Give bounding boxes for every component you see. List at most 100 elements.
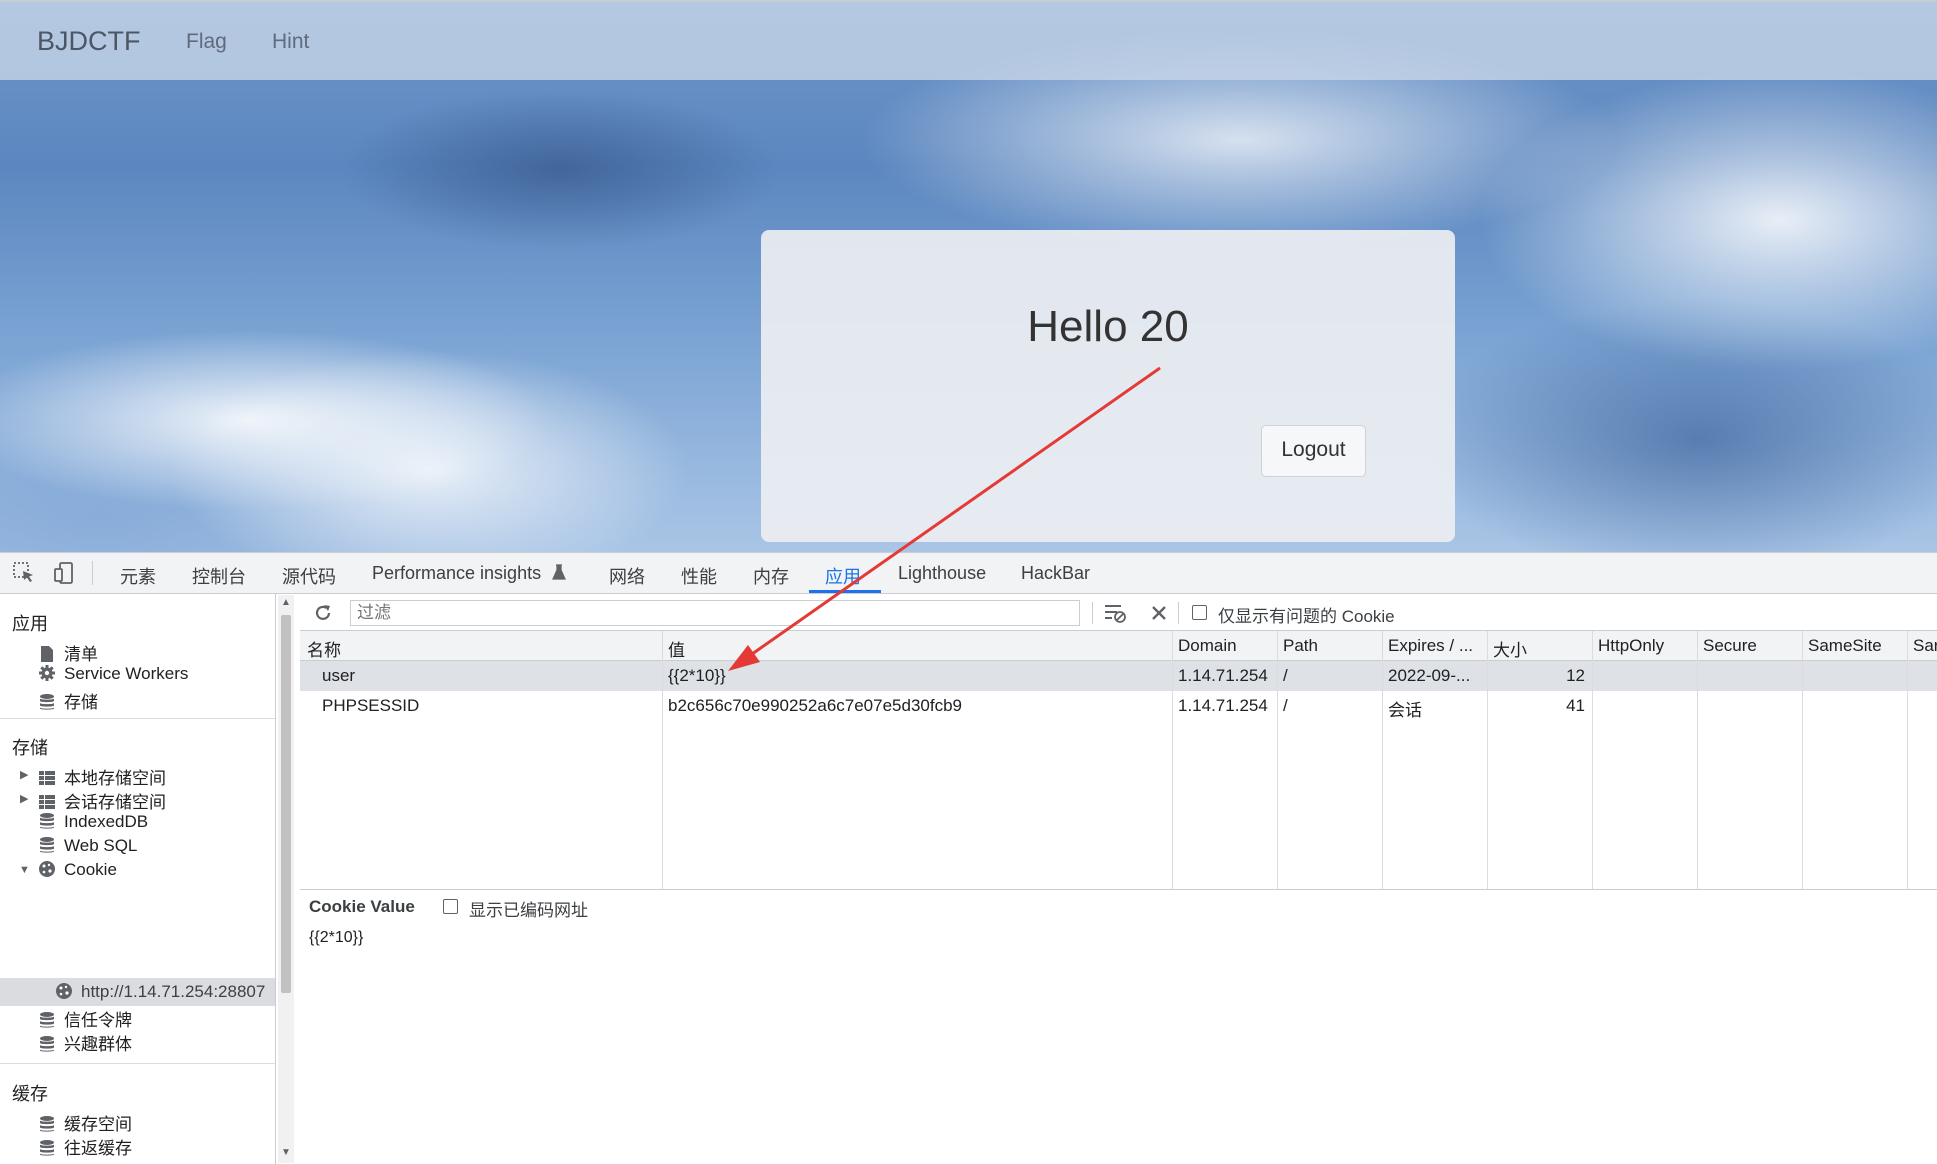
sidebar-item-manifest[interactable]: 清单 bbox=[38, 640, 98, 665]
refresh-icon[interactable] bbox=[312, 602, 334, 624]
sidebar-item-trust-tokens[interactable]: 信任令牌 bbox=[38, 1006, 132, 1031]
cookie-value-text[interactable]: {{2*10}} bbox=[309, 929, 363, 947]
toolbar-divider bbox=[1178, 602, 1179, 624]
column-divider[interactable] bbox=[1697, 631, 1698, 889]
cell-expires: 会话 bbox=[1388, 701, 1422, 720]
sidebar-item-service-workers[interactable]: Service Workers bbox=[38, 664, 188, 684]
sidebar-divider bbox=[0, 1063, 275, 1064]
nav-hint[interactable]: Hint bbox=[272, 30, 309, 54]
greeting-text: Hello 20 bbox=[1027, 302, 1189, 351]
sidebar-item-storage-overview-label: 存储 bbox=[64, 693, 98, 712]
logout-button[interactable]: Logout bbox=[1261, 425, 1366, 477]
sidebar-item-session-storage-label: 会话存储空间 bbox=[64, 793, 166, 812]
database-icon bbox=[40, 1036, 54, 1052]
delete-all-cookies-icon[interactable] bbox=[1150, 604, 1168, 622]
column-divider[interactable] bbox=[1382, 631, 1383, 889]
tab-memory[interactable]: 内存 bbox=[753, 563, 789, 589]
scroll-down-arrow-icon[interactable]: ▼ bbox=[281, 1147, 291, 1158]
database-icon bbox=[40, 694, 54, 710]
column-header-expires[interactable]: Expires / ... bbox=[1388, 636, 1473, 656]
sidebar-item-storage-overview[interactable]: 存储 bbox=[38, 688, 98, 713]
tab-sources[interactable]: 源代码 bbox=[282, 563, 336, 589]
clear-filtered-cookies-icon[interactable] bbox=[1103, 602, 1127, 624]
tab-lighthouse[interactable]: Lighthouse bbox=[898, 563, 986, 584]
collapse-triangle-icon[interactable]: ▼ bbox=[19, 864, 30, 876]
cell-name: PHPSESSID bbox=[322, 696, 420, 715]
column-header-domain[interactable]: Domain bbox=[1178, 636, 1237, 656]
tab-network[interactable]: 网络 bbox=[609, 563, 645, 589]
greeting-card: Hello 20 Logout bbox=[761, 230, 1455, 542]
sidebar-item-local-storage[interactable]: 本地存储空间 bbox=[38, 764, 166, 789]
column-divider[interactable] bbox=[1277, 631, 1278, 889]
cell-domain: 1.14.71.254 bbox=[1178, 666, 1268, 685]
column-header-samesite[interactable]: SameSite bbox=[1808, 636, 1882, 656]
cell-name: user bbox=[322, 666, 356, 685]
sidebar-item-cache-storage[interactable]: 缓存空间 bbox=[38, 1110, 132, 1135]
sidebar-item-indexeddb[interactable]: IndexedDB bbox=[38, 812, 148, 832]
column-divider[interactable] bbox=[1487, 631, 1488, 889]
devtools-panel: 元素 控制台 源代码 Performance insights 网络 性能 内存… bbox=[0, 552, 1937, 1164]
column-divider[interactable] bbox=[1172, 631, 1173, 889]
cookie-icon bbox=[56, 983, 72, 999]
tab-console[interactable]: 控制台 bbox=[192, 563, 246, 589]
sidebar-scrollbar-thumb[interactable] bbox=[281, 615, 291, 993]
toolbar-divider bbox=[1092, 602, 1093, 624]
sidebar-item-local-storage-label: 本地存储空间 bbox=[64, 769, 166, 788]
column-divider[interactable] bbox=[662, 631, 663, 889]
column-divider[interactable] bbox=[1907, 631, 1908, 889]
show-encoded-checkbox[interactable] bbox=[443, 899, 458, 914]
sidebar-section-cache: 缓存 bbox=[12, 1084, 48, 1104]
column-divider[interactable] bbox=[1802, 631, 1803, 889]
sidebar-item-web-sql[interactable]: Web SQL bbox=[38, 836, 137, 856]
filter-input[interactable] bbox=[350, 600, 1080, 626]
table-row[interactable]: user {{2*10}} 1.14.71.254 / 2022-09-... … bbox=[300, 661, 1937, 691]
expand-triangle-icon[interactable]: ▶ bbox=[20, 768, 28, 781]
table-row[interactable]: PHPSESSID b2c656c70e990252a6c7e07e5d30fc… bbox=[300, 691, 1937, 721]
column-header-name[interactable]: 名称 bbox=[307, 636, 341, 661]
cell-domain: 1.14.71.254 bbox=[1178, 696, 1268, 715]
tab-hackbar[interactable]: HackBar bbox=[1021, 563, 1090, 584]
column-divider[interactable] bbox=[1592, 631, 1593, 889]
sidebar-item-back-forward-cache[interactable]: 往返缓存 bbox=[38, 1134, 132, 1159]
database-icon bbox=[40, 1116, 54, 1132]
sidebar-item-cookie-label: Cookie bbox=[64, 860, 117, 879]
sidebar-section-application: 应用 bbox=[12, 614, 48, 634]
table-bottom-border bbox=[300, 889, 1937, 890]
tab-performance-insights[interactable]: Performance insights bbox=[372, 563, 567, 584]
tab-performance[interactable]: 性能 bbox=[681, 563, 717, 589]
sidebar-item-cookie-origin[interactable]: http://1.14.71.254:28807 bbox=[55, 982, 265, 1002]
sidebar-divider bbox=[0, 718, 275, 719]
column-header-secure[interactable]: Secure bbox=[1703, 636, 1757, 656]
database-icon bbox=[40, 813, 54, 829]
cell-value: b2c656c70e990252a6c7e07e5d30fcb9 bbox=[668, 696, 962, 715]
nav-flag[interactable]: Flag bbox=[186, 30, 227, 54]
application-sidebar: 应用 清单 Service Workers 存储 存储 ▶ 本地存储空间 ▶ 会… bbox=[0, 594, 276, 1164]
sidebar-item-session-storage[interactable]: 会话存储空间 bbox=[38, 788, 166, 813]
gear-icon bbox=[39, 665, 55, 681]
cell-expires: 2022-09-... bbox=[1388, 666, 1471, 685]
sidebar-item-cache-storage-label: 缓存空间 bbox=[64, 1115, 132, 1134]
column-header-truncated[interactable]: Sar bbox=[1913, 636, 1937, 656]
cookie-table-header: 名称 值 Domain Path Expires / ... 大小 HttpOn… bbox=[300, 631, 1937, 661]
expand-triangle-icon[interactable]: ▶ bbox=[20, 792, 28, 805]
column-header-path[interactable]: Path bbox=[1283, 636, 1318, 656]
column-header-httponly[interactable]: HttpOnly bbox=[1598, 636, 1664, 656]
column-header-size[interactable]: 大小 bbox=[1493, 636, 1527, 661]
sidebar-item-interest-groups[interactable]: 兴趣群体 bbox=[38, 1030, 132, 1055]
column-header-value[interactable]: 值 bbox=[668, 636, 685, 661]
sidebar-item-cookie[interactable]: Cookie bbox=[38, 860, 117, 880]
table-grid-icon bbox=[39, 795, 55, 809]
sidebar-item-indexeddb-label: IndexedDB bbox=[64, 812, 149, 831]
tab-elements[interactable]: 元素 bbox=[120, 563, 156, 589]
tab-performance-insights-label: Performance insights bbox=[372, 563, 542, 583]
inspect-element-icon[interactable] bbox=[12, 561, 36, 585]
site-brand[interactable]: BJDCTF bbox=[37, 26, 141, 57]
device-toolbar-icon[interactable] bbox=[52, 561, 76, 585]
active-tab-indicator bbox=[809, 590, 881, 593]
site-navbar: BJDCTF Flag Hint bbox=[0, 0, 1937, 80]
tab-application[interactable]: 应用 bbox=[825, 563, 861, 589]
scroll-up-arrow-icon[interactable]: ▲ bbox=[281, 597, 291, 608]
only-issues-checkbox[interactable] bbox=[1192, 605, 1207, 620]
cell-path: / bbox=[1283, 666, 1288, 685]
cell-size: 12 bbox=[1566, 666, 1585, 685]
